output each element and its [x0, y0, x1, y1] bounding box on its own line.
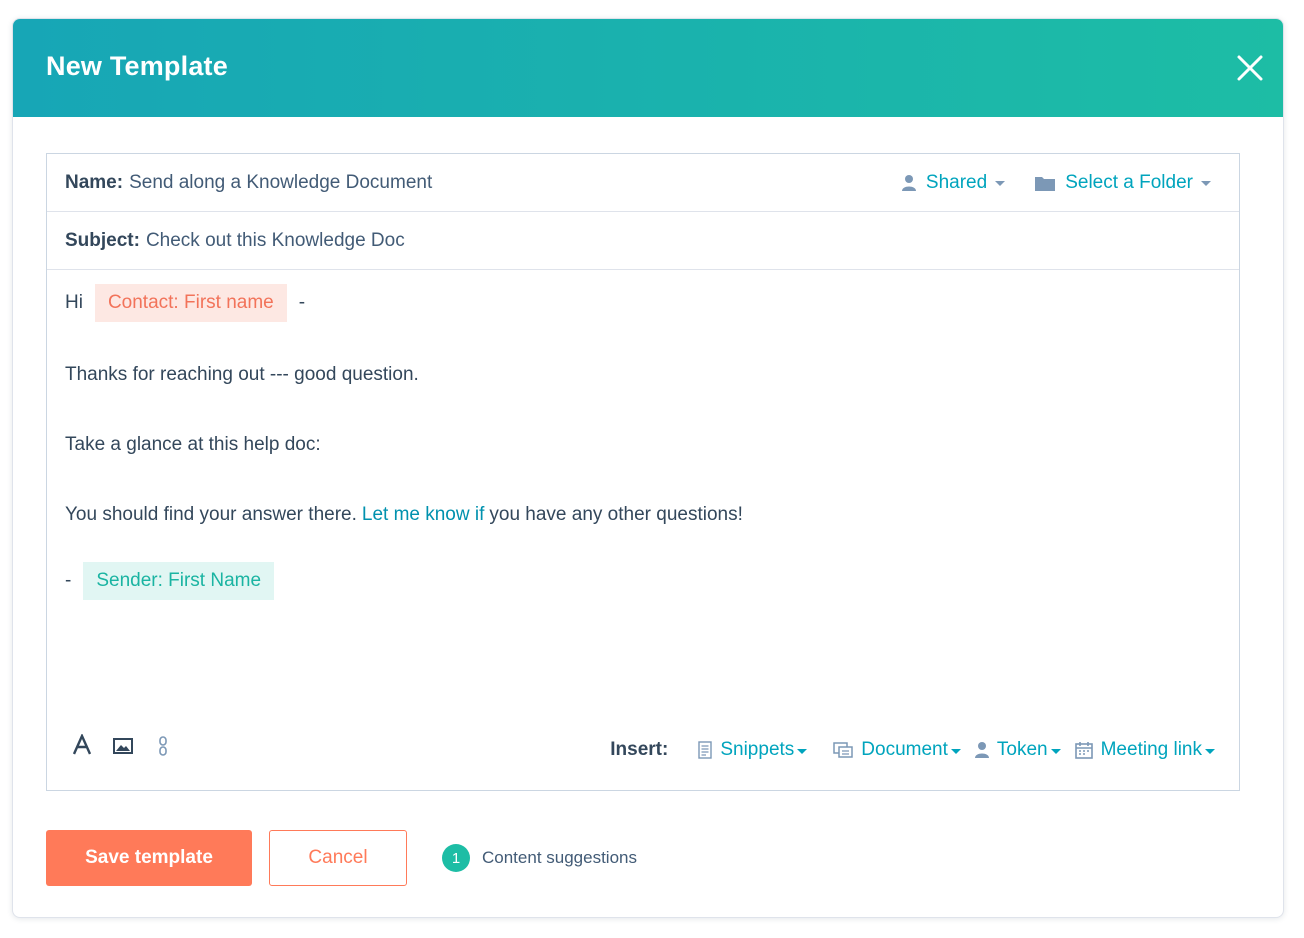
image-icon	[113, 738, 133, 754]
insert-label: Insert:	[610, 739, 669, 760]
contact-token[interactable]: Contact: First name	[94, 284, 287, 322]
document-icon	[833, 742, 854, 758]
answer-text-after: you have any other questions!	[489, 504, 743, 525]
content-suggestions[interactable]: 1 Content suggestions	[442, 844, 637, 872]
name-label: Name:	[65, 171, 124, 193]
subject-row: Subject: Check out this Knowledge Doc	[47, 212, 1239, 270]
user-icon	[974, 742, 989, 758]
document-label: Document	[861, 739, 948, 760]
template-editor: Name: Send along a Knowledge Document Sh…	[46, 153, 1240, 791]
content-suggestions-label: Content suggestions	[482, 848, 637, 867]
name-row: Name: Send along a Knowledge Document Sh…	[47, 154, 1239, 212]
text-format-icon	[72, 733, 92, 755]
close-icon	[1237, 55, 1263, 81]
suggestion-count-badge: 1	[442, 844, 470, 872]
greeting-line: Hi Contact: First name -	[65, 284, 305, 322]
insert-link-button[interactable]	[157, 736, 169, 761]
text-format-button[interactable]	[72, 733, 92, 761]
sharing-dropdown[interactable]: Shared	[901, 171, 1006, 194]
user-icon	[901, 174, 916, 191]
save-template-button[interactable]: Save template	[46, 830, 252, 886]
modal-title: New Template	[46, 51, 228, 81]
chevron-down-icon	[1205, 748, 1215, 754]
chevron-down-icon	[1050, 748, 1061, 754]
sharing-label: Shared	[925, 171, 988, 193]
chevron-down-icon	[1201, 181, 1211, 186]
insert-document-dropdown[interactable]: Document	[833, 739, 961, 761]
subject-input[interactable]: Check out this Knowledge Doc	[146, 230, 405, 252]
body-line-thanks: Thanks for reaching out --- good questio…	[65, 364, 419, 385]
cancel-button[interactable]: Cancel	[269, 830, 407, 886]
chevron-down-icon	[950, 748, 961, 754]
name-input[interactable]: Send along a Knowledge Document	[129, 172, 432, 194]
snippet-icon	[698, 741, 713, 759]
folder-dropdown[interactable]: Select a Folder	[1035, 172, 1211, 194]
insert-menu: Insert: Snippets Document Token Meeting …	[610, 730, 1215, 770]
name-row-actions: Shared Select a Folder	[901, 154, 1211, 211]
link-icon	[159, 736, 167, 756]
subject-label: Subject:	[65, 229, 140, 251]
insert-token-dropdown[interactable]: Token	[974, 739, 1061, 761]
calendar-icon	[1074, 742, 1093, 759]
insert-image-button[interactable]	[113, 738, 133, 759]
body-line-glance: Take a glance at this help doc:	[65, 434, 321, 455]
chevron-down-icon	[797, 748, 808, 754]
sender-token[interactable]: Sender: First Name	[83, 562, 275, 600]
snippets-label: Snippets	[720, 739, 795, 760]
let-me-know-link[interactable]: Let me know if	[362, 504, 485, 526]
greeting-text: Hi	[65, 292, 83, 313]
modal-footer: Save template Cancel 1 Content suggestio…	[46, 829, 637, 887]
modal-header: New Template	[13, 19, 1283, 117]
answer-text-before: You should find your answer there.	[65, 504, 357, 525]
chevron-down-icon	[995, 181, 1006, 186]
insert-meeting-link-dropdown[interactable]: Meeting link	[1074, 739, 1215, 761]
signoff-line: - Sender: First Name	[65, 562, 275, 600]
folder-icon	[1035, 176, 1056, 191]
close-button[interactable]	[1235, 53, 1265, 83]
insert-snippets-dropdown[interactable]: Snippets	[698, 739, 808, 761]
token-label: Token	[996, 739, 1048, 760]
signoff-prefix: -	[65, 570, 72, 591]
folder-label: Select a Folder	[1065, 171, 1193, 193]
meeting-link-label: Meeting link	[1100, 739, 1202, 760]
editor-toolbar: Insert: Snippets Document Token Meeting …	[47, 730, 1239, 770]
body-line-answer: You should find your answer there. Let m…	[65, 504, 743, 526]
new-template-modal: New Template Name: Send along a Knowledg…	[12, 18, 1284, 918]
greeting-suffix: -	[298, 292, 306, 313]
